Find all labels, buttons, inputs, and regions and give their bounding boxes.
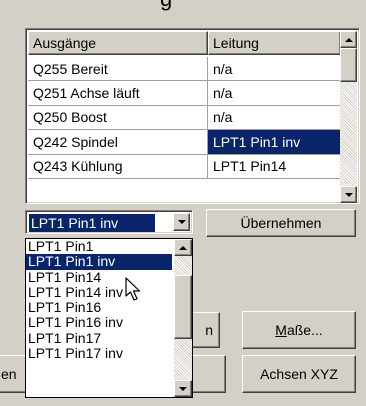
listview-scrollbar[interactable] — [340, 31, 357, 203]
column-header-line[interactable]: Leitung — [208, 31, 341, 55]
scroll-down-button[interactable] — [340, 186, 357, 203]
dropdown-option[interactable]: LPT1 Pin16 inv — [26, 315, 172, 330]
listview-rows: Q255 Bereit n/a Q251 Achse läuft n/a Q250 Bo… — [28, 57, 341, 179]
arrow-up-icon — [344, 37, 353, 42]
apply-button[interactable]: Übernehmen — [206, 209, 356, 237]
dropdown-option[interactable]: LPT1 Pin16 — [26, 300, 172, 315]
cell-output: Q242 Spindel — [28, 130, 208, 154]
partial-button-2-label: en — [1, 366, 17, 382]
cell-output: Q243 Kühlung — [28, 154, 208, 178]
cell-line: n/a — [213, 60, 233, 77]
dropdown-option[interactable]: LPT1 Pin17 inv — [26, 346, 172, 361]
arrow-down-icon — [179, 386, 187, 391]
arrow-up-icon — [179, 245, 187, 250]
dimensions-button[interactable]: Maße... — [242, 311, 356, 349]
dropdown-scrollbar[interactable] — [174, 239, 192, 397]
cell-line: LPT1 Pin14 — [213, 158, 287, 175]
arrow-down-icon — [344, 192, 353, 197]
chevron-down-icon — [177, 220, 186, 224]
combobox-dropdown-button[interactable] — [173, 213, 190, 231]
table-row[interactable]: Q251 Achse läuft n/a — [28, 81, 341, 106]
cell-line: LPT1 Pin1 inv — [208, 130, 341, 154]
dropdown-option[interactable]: LPT1 Pin17 — [26, 331, 172, 346]
column-header-outputs[interactable]: Ausgänge — [28, 31, 208, 55]
cell-output: Q250 Boost — [28, 105, 208, 130]
table-row[interactable]: Q243 Kühlung LPT1 Pin14 — [28, 154, 341, 179]
listview-header: Ausgänge Leitung — [28, 31, 341, 55]
cell-line: n/a — [213, 85, 233, 102]
table-row[interactable]: Q242 Spindel LPT1 Pin1 inv — [28, 130, 341, 155]
dropdown-option[interactable]: LPT1 Pin14 — [26, 270, 172, 285]
scroll-up-button[interactable] — [340, 31, 357, 48]
dropdown-option[interactable]: LPT1 Pin1 — [26, 239, 172, 254]
dropdown-scroll-down-button[interactable] — [174, 380, 192, 397]
mouse-pointer-icon — [125, 277, 141, 301]
dropdown-scroll-thumb[interactable] — [174, 275, 192, 339]
combobox-value: LPT1 Pin1 inv — [29, 214, 155, 232]
outputs-listview[interactable]: Ausgänge Leitung Q255 Bereit n/a Q251 Achs… — [25, 28, 360, 204]
cell-output: Q255 Bereit — [28, 57, 208, 81]
table-row[interactable]: Q255 Bereit n/a — [28, 57, 341, 82]
dropdown-option[interactable]: LPT1 Pin14 inv — [26, 285, 172, 300]
cell-line: n/a — [213, 109, 233, 126]
axes-xyz-button[interactable]: Achsen XYZ — [242, 355, 356, 393]
dropdown-option[interactable]: LPT1 Pin1 inv — [26, 254, 172, 270]
line-combobox[interactable]: LPT1 Pin1 inv — [25, 210, 193, 234]
cell-output: Q251 Achse läuft — [28, 81, 208, 105]
title-fragment: g — [0, 0, 366, 12]
partial-button-1-label: n — [205, 322, 213, 338]
table-row[interactable]: Q250 Boost n/a — [28, 105, 341, 131]
dropdown-scroll-up-button[interactable] — [174, 239, 192, 256]
scroll-thumb[interactable] — [340, 48, 357, 82]
line-dropdown-list[interactable]: LPT1 Pin1 LPT1 Pin1 inv LPT1 Pin14 LPT1 Pin… — [25, 238, 193, 398]
dropdown-options: LPT1 Pin1 LPT1 Pin1 inv LPT1 Pin14 LPT1 Pin… — [26, 239, 192, 361]
dimensions-button-label: Maße... — [275, 322, 323, 338]
